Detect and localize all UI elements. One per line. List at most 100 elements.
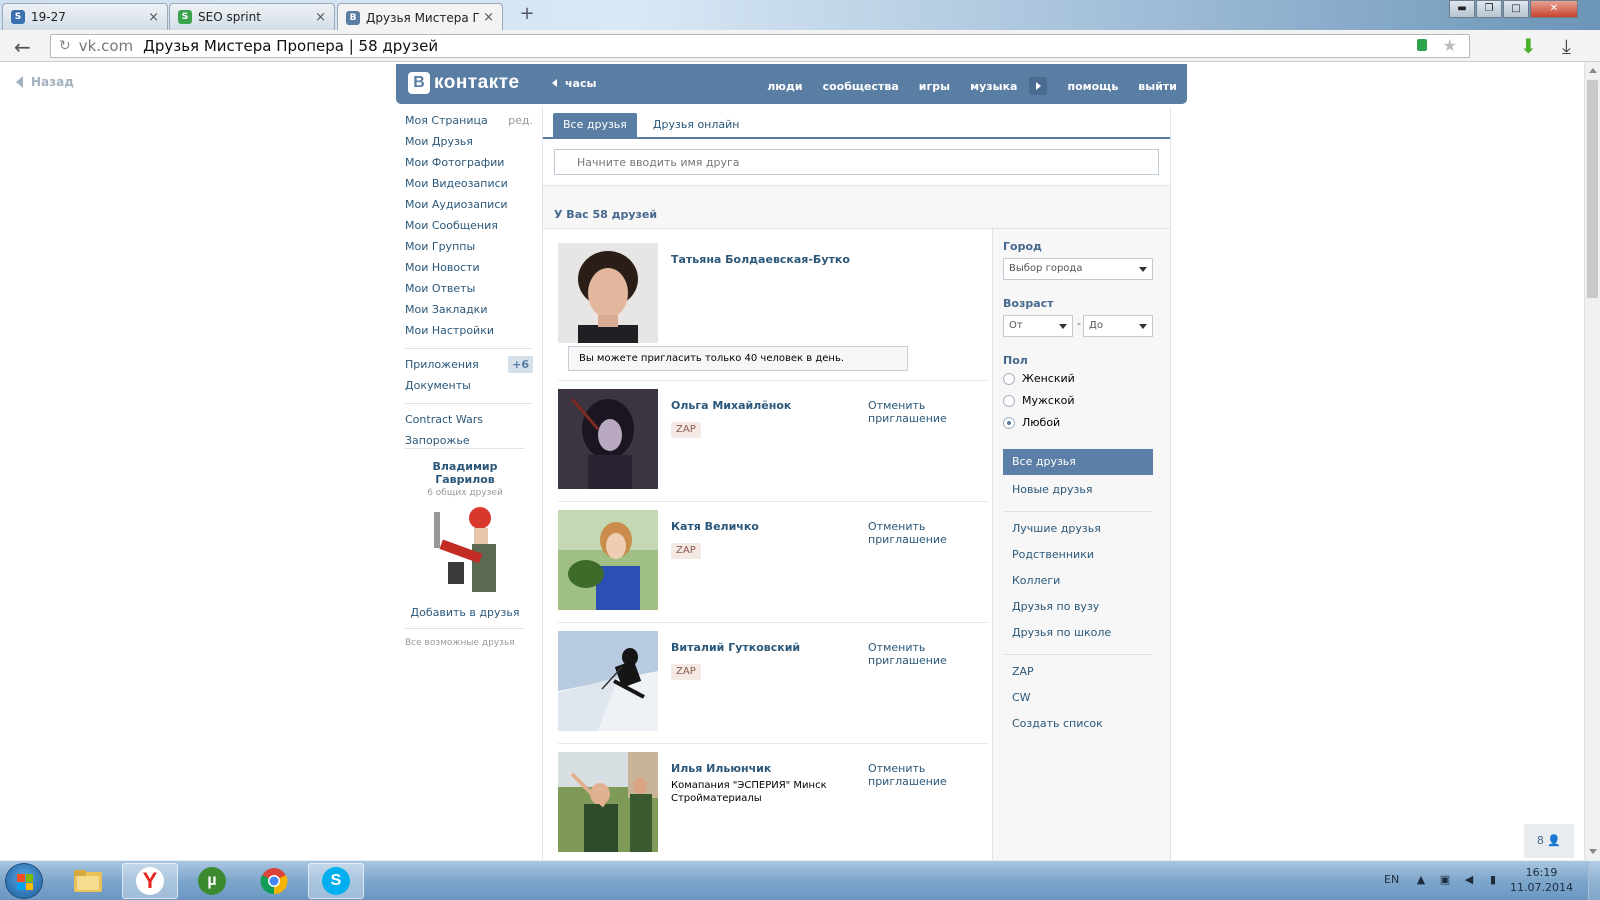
friend-search-input[interactable] — [554, 149, 1159, 175]
add-friend-link[interactable]: Добавить в друзья — [405, 606, 525, 619]
volume-icon[interactable]: ◀ — [1462, 873, 1476, 887]
friend-name[interactable]: Ольга Михайлёнок — [671, 399, 791, 412]
nav-logout[interactable]: выйти — [1138, 80, 1177, 93]
cancel-invite-link[interactable]: Отменить приглашение — [868, 520, 958, 546]
create-list-link[interactable]: Создать список — [1012, 717, 1103, 730]
list-all-friends[interactable]: Все друзья — [1003, 449, 1153, 475]
browser-tab-19-27[interactable]: S 19-27 × — [2, 3, 168, 30]
common-friends[interactable]: 6 общих друзей — [405, 488, 525, 498]
tab-all-friends[interactable]: Все друзья — [553, 113, 637, 137]
nav-music[interactable]: музыка — [970, 80, 1017, 93]
list-zap[interactable]: ZAP — [1012, 665, 1034, 678]
online-counter[interactable]: 8 👤 — [1524, 824, 1574, 858]
system-clock[interactable]: 16:19 11.07.2014 — [1510, 865, 1573, 895]
scroll-thumb[interactable] — [1587, 80, 1598, 298]
menu-my-news[interactable]: Мои Новости — [405, 257, 533, 278]
age-from-select[interactable]: От — [1003, 315, 1073, 337]
nav-games[interactable]: игры — [919, 80, 950, 93]
start-button[interactable] — [5, 863, 43, 899]
friend-name[interactable]: Татьяна Болдаевская-Бутко — [671, 253, 850, 266]
cancel-invite-link[interactable]: Отменить приглашение — [868, 399, 958, 425]
list-new-friends[interactable]: Новые друзья — [1012, 483, 1092, 496]
tray-expand-icon[interactable]: ▲ — [1414, 873, 1428, 887]
suggested-name[interactable]: Владимир Гаврилов — [405, 460, 525, 486]
friend-photo[interactable] — [558, 243, 658, 343]
restore-button[interactable]: ❐ — [1476, 0, 1502, 18]
menu-my-messages[interactable]: Мои Сообщения — [405, 215, 533, 236]
menu-my-photos[interactable]: Мои Фотографии — [405, 152, 533, 173]
back-link[interactable]: Назад — [16, 75, 74, 89]
tray-device-icon[interactable]: ▣ — [1438, 873, 1452, 887]
list-school[interactable]: Друзья по школе — [1012, 626, 1111, 639]
header-clock[interactable]: часы — [552, 77, 596, 90]
taskbar-utorrent[interactable]: µ — [184, 863, 240, 899]
friend-photo[interactable] — [558, 631, 658, 731]
friend-name[interactable]: Илья Ильюнчик — [671, 762, 771, 775]
friend-photo[interactable] — [558, 389, 658, 489]
reload-icon[interactable]: ↻ — [59, 38, 71, 54]
menu-apps[interactable]: Приложения +6 — [405, 354, 533, 375]
menu-my-videos[interactable]: Мои Видеозаписи — [405, 173, 533, 194]
vk-logo[interactable]: B контакте — [408, 72, 520, 94]
menu-my-answers[interactable]: Мои Ответы — [405, 278, 533, 299]
friend-list-tag[interactable]: ZAP — [671, 543, 701, 559]
close-window-button[interactable]: ✕ — [1530, 0, 1578, 18]
menu-my-settings[interactable]: Мои Настройки — [405, 320, 533, 341]
age-to-select[interactable]: До — [1083, 315, 1153, 337]
downloads-icon[interactable]: ⤓ — [1562, 34, 1571, 58]
bookmark-star-icon[interactable]: ★ — [1443, 36, 1457, 55]
all-possible-friends-link[interactable]: Все возможные друзья — [405, 638, 525, 648]
list-university[interactable]: Друзья по вузу — [1012, 600, 1099, 613]
menu-my-bookmarks[interactable]: Мои Закладки — [405, 299, 533, 320]
close-tab-icon[interactable]: × — [483, 10, 494, 25]
gender-male-radio[interactable]: Мужской — [1003, 394, 1074, 407]
show-desktop-button[interactable] — [1588, 861, 1600, 900]
edit-link[interactable]: ред. — [508, 110, 533, 131]
friend-photo[interactable] — [558, 510, 658, 610]
address-bar[interactable]: ↻ vk.com Друзья Мистера Пропера | 58 дру… — [50, 34, 1470, 58]
menu-my-audio[interactable]: Мои Аудиозаписи — [405, 194, 533, 215]
friend-name[interactable]: Катя Величко — [671, 520, 759, 533]
network-signal-icon[interactable]: ▮ — [1486, 873, 1500, 887]
cancel-invite-link[interactable]: Отменить приглашение — [868, 641, 958, 667]
taskbar-chrome[interactable] — [246, 863, 302, 899]
list-cw[interactable]: CW — [1012, 691, 1031, 704]
list-colleagues[interactable]: Коллеги — [1012, 574, 1060, 587]
browser-tab-seo-sprint[interactable]: S SEO sprint × — [169, 3, 335, 30]
menu-my-page[interactable]: Моя Страница ред. — [405, 110, 533, 131]
nav-communities[interactable]: сообщества — [823, 80, 899, 93]
browser-tab-vk-friends[interactable]: B Друзья Мистера Проп × — [337, 3, 503, 31]
menu-my-groups[interactable]: Мои Группы — [405, 236, 533, 257]
friend-list-tag[interactable]: ZAP — [671, 664, 701, 680]
browser-back-icon[interactable]: ← — [14, 35, 31, 59]
close-tab-icon[interactable]: × — [315, 10, 326, 25]
gender-female-radio[interactable]: Женский — [1003, 372, 1075, 385]
scroll-down-icon[interactable] — [1589, 849, 1597, 854]
keyboard-language[interactable]: EN — [1384, 873, 1399, 886]
tab-online-friends[interactable]: Друзья онлайн — [643, 113, 750, 137]
page-scrollbar[interactable] — [1584, 62, 1600, 860]
new-tab-button[interactable]: + — [516, 5, 538, 25]
scroll-up-icon[interactable] — [1589, 68, 1597, 73]
taskbar-explorer[interactable] — [60, 863, 116, 899]
download-extension-icon[interactable]: ⬇ — [1520, 34, 1537, 58]
maximize-button[interactable]: □ — [1503, 0, 1529, 18]
minimize-button[interactable]: ▬ — [1449, 0, 1475, 18]
play-icon[interactable] — [1029, 77, 1048, 95]
menu-documents[interactable]: Документы — [405, 375, 533, 396]
close-tab-icon[interactable]: × — [148, 10, 159, 25]
menu-game-contract-wars[interactable]: Contract Wars — [405, 409, 533, 430]
menu-my-friends[interactable]: Мои Друзья — [405, 131, 533, 152]
nav-help[interactable]: помощь — [1067, 80, 1118, 93]
nav-people[interactable]: люди — [767, 80, 802, 93]
friend-name[interactable]: Виталий Гутковский — [671, 641, 800, 654]
friend-list-tag[interactable]: ZAP — [671, 422, 701, 438]
taskbar-skype[interactable]: S — [308, 863, 364, 899]
friend-photo[interactable] — [558, 752, 658, 852]
suggested-photo[interactable] — [420, 504, 510, 594]
list-relatives[interactable]: Родственники — [1012, 548, 1094, 561]
gender-any-radio[interactable]: Любой — [1003, 416, 1060, 429]
list-best-friends[interactable]: Лучшие друзья — [1012, 522, 1101, 535]
taskbar-yandex[interactable]: Y — [122, 863, 178, 899]
city-select[interactable]: Выбор города — [1003, 258, 1153, 280]
